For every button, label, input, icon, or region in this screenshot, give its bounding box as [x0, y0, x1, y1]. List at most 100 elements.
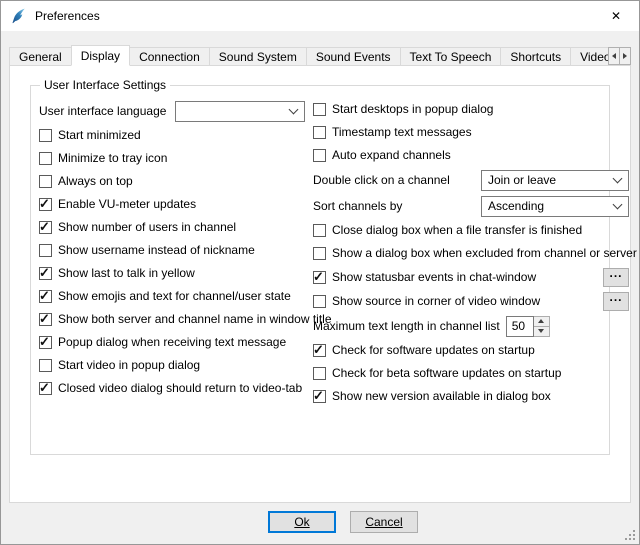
tab-scroll-control	[608, 47, 631, 65]
checkbox-emojis-text-state[interactable]	[39, 290, 52, 303]
checkbox-username-instead-nickname[interactable]	[39, 244, 52, 257]
checkbox-row[interactable]: Start minimized	[39, 126, 311, 144]
checkbox-row[interactable]: Check for beta software updates on start…	[313, 364, 629, 382]
checkbox-row[interactable]: Show both server and channel name in win…	[39, 310, 311, 328]
checkbox-row[interactable]: Start desktops in popup dialog	[313, 100, 629, 118]
checkbox-label[interactable]: Show username instead of nickname	[58, 243, 255, 257]
checkbox-label[interactable]: Enable VU-meter updates	[58, 197, 196, 211]
checkbox-row[interactable]: Show new version available in dialog box	[313, 387, 629, 405]
checkbox-statusbar-events[interactable]	[313, 271, 326, 284]
tab-sound-system[interactable]: Sound System	[209, 47, 307, 66]
checkbox-show-user-count[interactable]	[39, 221, 52, 234]
checkbox-start-minimized[interactable]	[39, 129, 52, 142]
checkbox-label[interactable]: Show number of users in channel	[58, 220, 236, 234]
checkbox-label[interactable]: Show emojis and text for channel/user st…	[58, 289, 291, 303]
checkbox-label[interactable]: Timestamp text messages	[332, 125, 472, 139]
resize-grip[interactable]	[623, 528, 636, 541]
spin-up-button[interactable]	[534, 317, 549, 327]
checkbox-always-on-top[interactable]	[39, 175, 52, 188]
checkbox-row[interactable]: Close dialog box when a file transfer is…	[313, 221, 629, 239]
checkbox-row[interactable]: Enable VU-meter updates	[39, 195, 311, 213]
tab-connection[interactable]: Connection	[129, 47, 210, 66]
checkbox-auto-expand-channels[interactable]	[313, 149, 326, 162]
checkbox-label[interactable]: Closed video dialog should return to vid…	[58, 381, 302, 395]
checkbox-label[interactable]: Check for software updates on startup	[332, 343, 535, 357]
checkbox-timestamp-messages[interactable]	[313, 126, 326, 139]
checkbox-server-channel-in-title[interactable]	[39, 313, 52, 326]
checkbox-dialog-when-excluded[interactable]	[313, 247, 326, 260]
checkbox-start-desktops-popup[interactable]	[313, 103, 326, 116]
checkbox-label[interactable]: Always on top	[58, 174, 133, 188]
checkbox-label[interactable]: Popup dialog when receiving text message	[58, 335, 286, 349]
checkbox-source-corner-video[interactable]	[313, 295, 326, 308]
checkbox-label[interactable]: Minimize to tray icon	[58, 151, 167, 165]
max-text-length-value[interactable]: 50	[506, 316, 534, 337]
checkbox-close-on-transfer-finished[interactable]	[313, 224, 326, 237]
checkbox-closed-video-return-tab[interactable]	[39, 382, 52, 395]
language-select[interactable]	[175, 101, 305, 122]
checkbox-popup-on-text-message[interactable]	[39, 336, 52, 349]
checkbox-last-to-talk-yellow[interactable]	[39, 267, 52, 280]
checkbox-label[interactable]: Start minimized	[58, 128, 141, 142]
checkbox-label[interactable]: Show both server and channel name in win…	[58, 312, 332, 326]
max-text-length-spinner[interactable]: 50	[506, 316, 550, 337]
checkbox-row[interactable]: Show last to talk in yellow	[39, 264, 311, 282]
checkbox-row[interactable]: Minimize to tray icon	[39, 149, 311, 167]
checkbox-row[interactable]: Show a dialog box when excluded from cha…	[313, 244, 629, 262]
checkbox-vu-meter[interactable]	[39, 198, 52, 211]
double-click-select[interactable]: Join or leave	[481, 170, 629, 191]
double-click-label: Double click on a channel	[313, 173, 450, 187]
max-text-length-row: Maximum text length in channel list 50	[313, 315, 629, 337]
tab-text-to-speech[interactable]: Text To Speech	[400, 47, 502, 66]
checkbox-label[interactable]: Start desktops in popup dialog	[332, 102, 493, 116]
left-arrow-icon	[612, 53, 616, 59]
preferences-dialog: Preferences ✕ General Display Connection…	[0, 0, 640, 545]
checkbox-row[interactable]: Check for software updates on startup	[313, 341, 629, 359]
titlebar: Preferences ✕	[1, 1, 639, 31]
checkbox-label[interactable]: Show last to talk in yellow	[58, 266, 195, 280]
checkbox-label[interactable]: Show new version available in dialog box	[332, 389, 551, 403]
checkbox-label[interactable]: Show statusbar events in chat-window	[332, 270, 536, 284]
video-source-more-button[interactable]: ...	[603, 292, 629, 311]
sort-channels-select[interactable]: Ascending	[481, 196, 629, 217]
cancel-button[interactable]: Cancel	[350, 511, 418, 533]
dialog-footer: Ok Cancel	[1, 511, 639, 533]
checkbox-row[interactable]: Show emojis and text for channel/user st…	[39, 287, 311, 305]
language-label: User interface language	[39, 104, 175, 118]
checkbox-label[interactable]: Show a dialog box when excluded from cha…	[332, 246, 637, 260]
checkbox-row[interactable]: Popup dialog when receiving text message	[39, 333, 311, 351]
tab-shortcuts[interactable]: Shortcuts	[500, 47, 571, 66]
display-tab-page: User Interface Settings User interface l…	[9, 65, 631, 503]
sort-channels-value: Ascending	[488, 199, 608, 213]
checkbox-check-updates-startup[interactable]	[313, 344, 326, 357]
checkbox-new-version-dialog[interactable]	[313, 390, 326, 403]
double-click-row: Double click on a channel Join or leave	[313, 169, 629, 191]
checkbox-row[interactable]: Always on top	[39, 172, 311, 190]
checkbox-label[interactable]: Start video in popup dialog	[58, 358, 200, 372]
checkbox-label[interactable]: Close dialog box when a file transfer is…	[332, 223, 582, 237]
tab-display[interactable]: Display	[71, 45, 130, 66]
checkbox-row[interactable]: Auto expand channels	[313, 146, 629, 164]
checkbox-row[interactable]: Timestamp text messages	[313, 123, 629, 141]
checkbox-minimize-to-tray[interactable]	[39, 152, 52, 165]
checkbox-label[interactable]: Show source in corner of video window	[332, 294, 540, 308]
spin-down-button[interactable]	[534, 327, 549, 336]
checkbox-check-beta-updates[interactable]	[313, 367, 326, 380]
ok-button[interactable]: Ok	[268, 511, 336, 533]
checkbox-label[interactable]: Check for beta software updates on start…	[332, 366, 561, 380]
checkbox-label[interactable]: Auto expand channels	[332, 148, 451, 162]
tab-general[interactable]: General	[9, 47, 72, 66]
checkbox-row[interactable]: Closed video dialog should return to vid…	[39, 379, 311, 397]
statusbar-events-more-button[interactable]: ...	[603, 268, 629, 287]
tab-scroll-right-button[interactable]	[619, 47, 631, 65]
tab-sound-events[interactable]: Sound Events	[306, 47, 401, 66]
chevron-down-icon	[613, 199, 623, 209]
ok-button-label: Ok	[294, 515, 309, 529]
checkbox-row[interactable]: Show number of users in channel	[39, 218, 311, 236]
right-arrow-icon	[623, 53, 627, 59]
checkbox-row[interactable]: Show username instead of nickname	[39, 241, 311, 259]
checkbox-start-video-popup[interactable]	[39, 359, 52, 372]
close-button[interactable]: ✕	[593, 1, 639, 31]
checkbox-row[interactable]: Start video in popup dialog	[39, 356, 311, 374]
ellipsis-icon: ...	[609, 269, 622, 278]
